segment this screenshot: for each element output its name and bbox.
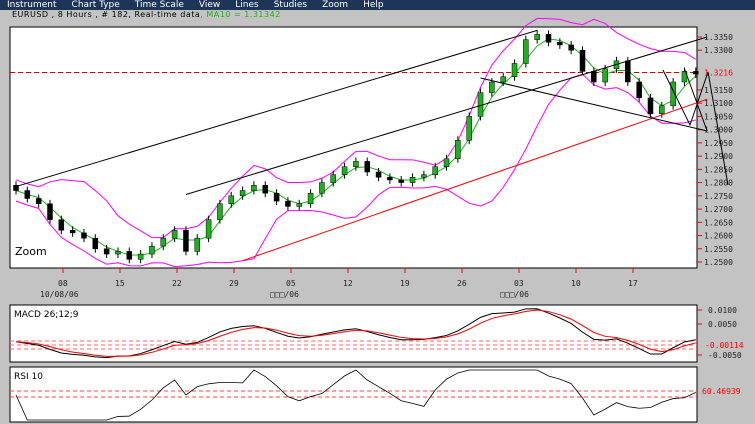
candle [568,44,574,51]
candle [285,200,291,207]
candle [455,139,461,160]
candle [69,229,76,234]
price-tick-label: 1.2550 [704,245,733,254]
candle [647,97,654,115]
price-tick-label: 1.2850 [704,165,733,174]
candle [126,251,133,260]
price-tick-label: 1.2700 [704,205,733,214]
month-label: 10/08/06 [40,290,79,299]
price-chart[interactable]: 1.33501.33001.31501.31001.30501.30001.29… [0,0,755,424]
candle [500,76,506,83]
price-tick-label: 1.3300 [704,46,733,55]
price-tick-label: 1.3100 [704,99,733,108]
date-label: 15 [115,279,125,288]
macd-label: MACD 26;12;9 [14,310,79,320]
candle [387,177,393,181]
candle [24,190,31,199]
price-tick-label: 1.3350 [704,33,733,42]
candle [47,203,53,220]
candle [319,182,325,194]
candle [296,203,302,207]
candle [228,195,235,205]
candle [602,68,608,83]
price-tick-label: 1.2600 [704,232,733,241]
price-tick-label: 1.2800 [704,179,733,188]
candle [149,245,155,255]
rsi-last-label: 60.46939 [702,387,741,396]
candle [591,71,597,83]
date-label: 29 [229,279,239,288]
price-tick-label: 1.2900 [704,152,733,161]
candle [659,105,665,115]
macd-tick-label: 0.0100 [708,306,737,315]
candle [115,251,121,255]
date-label: 03 [514,279,524,288]
macd-last-label: -0.00114 [705,341,744,350]
zoom-label: Zoom [15,245,47,258]
candle [421,174,427,178]
candle [625,60,631,83]
candle [171,229,178,239]
candle [557,42,563,46]
price-panel [9,26,698,269]
candle [466,116,472,141]
candle [273,192,280,202]
macd-tick-label: 0.0050 [708,320,737,329]
price-tick-label: 1.2500 [704,258,733,267]
candle [636,81,642,99]
month-label: □□□/06 [500,290,529,299]
price-tick-label: 1.2750 [704,192,733,201]
month-label: □□□/06 [270,290,299,299]
candle [545,34,552,43]
candle [364,161,370,173]
candle [137,253,144,260]
macd-panel [9,304,698,363]
price-tick-label: 1.3150 [704,86,733,95]
candle [239,190,246,197]
price-tick-label: 1.3050 [704,112,733,121]
candle [341,166,348,175]
candle [194,237,201,252]
rsi-label: RSI 10 [14,372,43,382]
date-label: 22 [172,279,182,288]
date-label: 26 [457,279,467,288]
price-tick-label: 1.2950 [704,139,733,148]
candle [375,171,382,178]
candle [353,161,359,167]
candle [205,219,212,239]
candle [432,166,438,175]
rsi-panel [9,366,698,423]
date-label: 19 [400,279,410,288]
macd-tick-label: -0.0050 [708,351,742,360]
candle [579,49,586,72]
candle [160,237,167,247]
candle [103,248,110,255]
candle [81,232,87,239]
candle [92,237,99,250]
candle [251,184,257,191]
candle [398,179,404,183]
date-label: 10 [571,279,581,288]
candle [523,39,529,64]
candle [693,71,699,75]
candle [58,219,65,231]
candle [534,34,540,40]
candle [217,203,223,220]
date-label: 05 [286,279,296,288]
date-label: 17 [628,279,638,288]
candle [489,81,495,93]
date-label: 12 [343,279,353,288]
candle [330,174,336,183]
candle [183,229,189,252]
candle [409,177,416,183]
candle [511,63,518,77]
candle [35,198,42,205]
price-tick-label: 1.2650 [704,218,733,227]
candle [307,192,314,205]
candle [262,184,269,194]
candle [443,158,450,167]
date-label: 08 [58,279,68,288]
